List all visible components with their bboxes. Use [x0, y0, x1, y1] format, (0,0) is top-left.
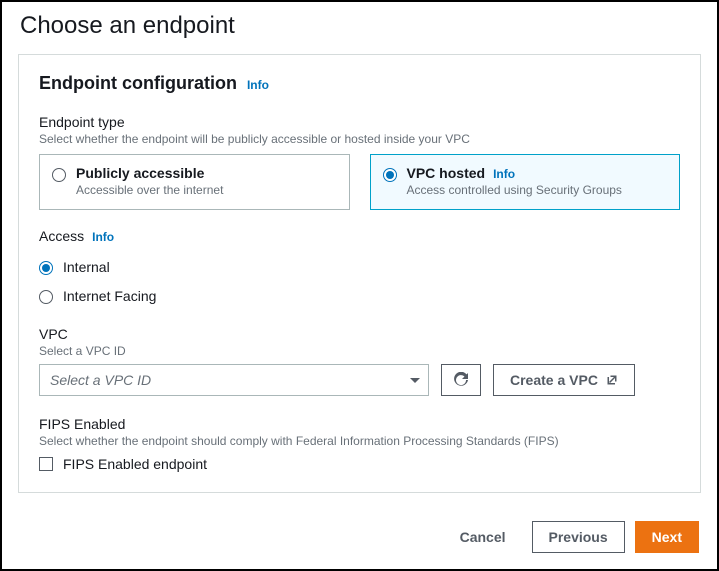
tile-desc: Access controlled using Security Groups: [407, 183, 668, 197]
fips-label: FIPS Enabled: [39, 416, 680, 432]
access-label: Access: [39, 228, 84, 244]
access-label-row: Access Info: [39, 228, 680, 244]
panel-info-link[interactable]: Info: [247, 78, 269, 92]
refresh-icon: [453, 372, 469, 388]
radio-icon: [39, 261, 53, 275]
tile-publicly-accessible[interactable]: Publicly accessible Accessible over the …: [39, 154, 350, 210]
fips-checkbox[interactable]: [39, 457, 53, 471]
caret-down-icon: [410, 378, 420, 383]
endpoint-type-desc: Select whether the endpoint will be publ…: [39, 132, 680, 146]
create-vpc-label: Create a VPC: [510, 372, 598, 388]
fips-checkbox-label: FIPS Enabled endpoint: [63, 456, 207, 472]
vpc-section: VPC Select a VPC ID Select a VPC ID Crea…: [39, 326, 680, 396]
cancel-button[interactable]: Cancel: [444, 521, 522, 553]
panel-header: Endpoint configuration Info: [39, 73, 680, 94]
radio-internet-facing[interactable]: Internet Facing: [39, 281, 680, 310]
fips-checkbox-row[interactable]: FIPS Enabled endpoint: [39, 456, 680, 472]
radio-internal[interactable]: Internal: [39, 252, 680, 281]
tile-title: Publicly accessible: [76, 165, 337, 181]
radio-label: Internet Facing: [63, 288, 156, 304]
previous-button[interactable]: Previous: [532, 521, 625, 553]
vpc-select-placeholder: Select a VPC ID: [50, 372, 151, 388]
radio-label: Internal: [63, 259, 110, 275]
vpc-select[interactable]: Select a VPC ID: [39, 364, 429, 396]
tile-info-link[interactable]: Info: [493, 167, 515, 181]
external-link-icon: [606, 374, 618, 386]
endpoint-type-section: Endpoint type Select whether the endpoin…: [39, 114, 680, 210]
tile-desc: Accessible over the internet: [76, 183, 337, 197]
access-options: Internal Internet Facing: [39, 252, 680, 310]
tile-vpc-hosted[interactable]: VPC hosted Info Access controlled using …: [370, 154, 681, 210]
fips-section: FIPS Enabled Select whether the endpoint…: [39, 416, 680, 472]
access-info-link[interactable]: Info: [92, 230, 114, 244]
vpc-label: VPC: [39, 326, 680, 342]
tile-body: Publicly accessible Accessible over the …: [76, 165, 337, 197]
radio-icon: [383, 168, 397, 182]
tile-title: VPC hosted: [407, 165, 486, 181]
refresh-button[interactable]: [441, 364, 481, 396]
access-section: Access Info Internal Internet Facing: [39, 228, 680, 310]
page-title: Choose an endpoint: [2, 2, 717, 54]
wizard-footer: Cancel Previous Next: [2, 505, 717, 569]
create-vpc-button[interactable]: Create a VPC: [493, 364, 635, 396]
vpc-desc: Select a VPC ID: [39, 344, 680, 358]
radio-icon: [52, 168, 66, 182]
tile-body: VPC hosted Info Access controlled using …: [407, 165, 668, 197]
vpc-controls: Select a VPC ID Create a VPC: [39, 364, 680, 396]
tile-title-row: VPC hosted Info: [407, 165, 668, 181]
fips-desc: Select whether the endpoint should compl…: [39, 434, 680, 448]
panel-title: Endpoint configuration: [39, 73, 237, 94]
endpoint-configuration-panel: Endpoint configuration Info Endpoint typ…: [18, 54, 701, 493]
endpoint-type-label: Endpoint type: [39, 114, 680, 130]
next-button[interactable]: Next: [635, 521, 699, 553]
endpoint-type-tiles: Publicly accessible Accessible over the …: [39, 154, 680, 210]
radio-icon: [39, 290, 53, 304]
